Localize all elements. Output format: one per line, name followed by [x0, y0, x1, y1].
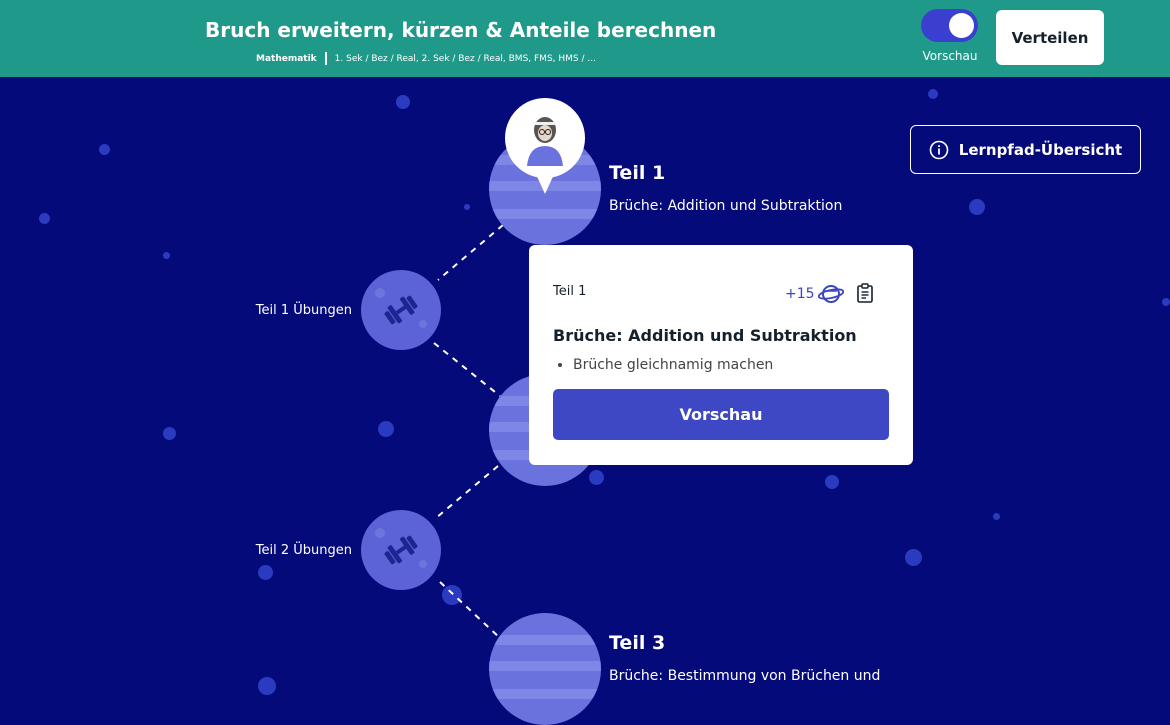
dumbbell-icon [384, 535, 418, 565]
part-1-subtitle: Brüche: Addition und Subtraktion [609, 198, 843, 214]
part-1-title: Teil 1 [609, 162, 666, 184]
points-value: +15 [785, 286, 815, 302]
learning-path-overview-button[interactable]: Lernpfad-Übersicht [910, 125, 1141, 174]
part-detail-card: Teil 1 +15 Brüche: Addition und Subtrakt… [529, 245, 913, 465]
planet-icon [817, 285, 844, 303]
clipboard-icon[interactable] [856, 283, 874, 307]
card-topic-item: Brüche gleichnamig machen [573, 357, 773, 373]
card-eyebrow: Teil 1 [553, 284, 587, 299]
info-icon [929, 140, 949, 159]
part-2-exercises-label: Teil 2 Übungen [255, 543, 352, 558]
part-3-subtitle: Brüche: Bestimmung von Brüchen und [609, 668, 881, 684]
card-title: Brüche: Addition und Subtraktion [553, 326, 857, 345]
part-2-exercises-node[interactable] [361, 510, 441, 590]
card-topic-list: Brüche gleichnamig machen [553, 357, 773, 373]
avatar-icon [517, 110, 573, 166]
overview-button-label: Lernpfad-Übersicht [958, 140, 1123, 159]
part-1-exercises-label: Teil 1 Übungen [255, 303, 352, 318]
part-1-exercises-node[interactable] [361, 270, 441, 350]
part-3-title: Teil 3 [609, 632, 666, 654]
dumbbell-icon [384, 295, 418, 325]
points-badge: +15 [785, 283, 844, 305]
avatar-marker [505, 98, 585, 194]
card-preview-button[interactable]: Vorschau [553, 389, 889, 440]
part-3-planet[interactable] [489, 613, 601, 725]
